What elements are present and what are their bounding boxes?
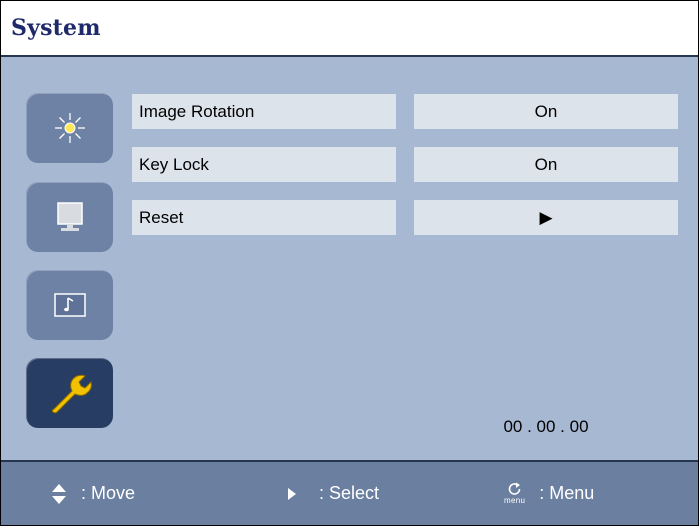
menu-return-icon: menu [504, 482, 525, 505]
option-reset-label[interactable]: Reset [132, 200, 396, 235]
move-hint-label: : Move [81, 483, 136, 503]
right-arrow-icon [287, 487, 297, 501]
osd-window: System Image Rotation On Key Lock On Res… [0, 0, 699, 526]
time-readout: 00 . 00 . 00 [503, 417, 589, 436]
select-hint-label: : Select [319, 483, 380, 503]
option-reset-value[interactable]: ▶ [414, 200, 678, 235]
option-key-lock-value[interactable]: On [414, 147, 678, 182]
menu-icon-caption: menu [504, 496, 526, 505]
category-brightness-button[interactable] [26, 93, 113, 163]
menu-hint: menu : Menu [504, 462, 594, 525]
category-audio-button[interactable] [26, 270, 113, 340]
up-down-arrows-icon [51, 483, 67, 505]
wrench-icon [46, 371, 94, 415]
category-system-button[interactable] [26, 358, 113, 428]
category-display-button[interactable] [26, 182, 113, 252]
move-hint: : Move [51, 462, 135, 525]
menu-hint-label: : Menu [539, 483, 595, 503]
option-image-rotation-label[interactable]: Image Rotation [132, 94, 396, 129]
menu-panel: Image Rotation On Key Lock On Reset ▶ 00… [1, 57, 698, 460]
monitor-icon [53, 200, 87, 234]
audio-icon [50, 288, 90, 322]
option-key-lock-label[interactable]: Key Lock [132, 147, 396, 182]
header: System [1, 1, 698, 57]
brightness-icon [53, 111, 87, 145]
select-hint: : Select [287, 462, 379, 525]
option-image-rotation-value[interactable]: On [414, 94, 678, 129]
footer-hints: : Move : Select menu : Menu [1, 460, 698, 525]
page-title: System [11, 15, 101, 41]
